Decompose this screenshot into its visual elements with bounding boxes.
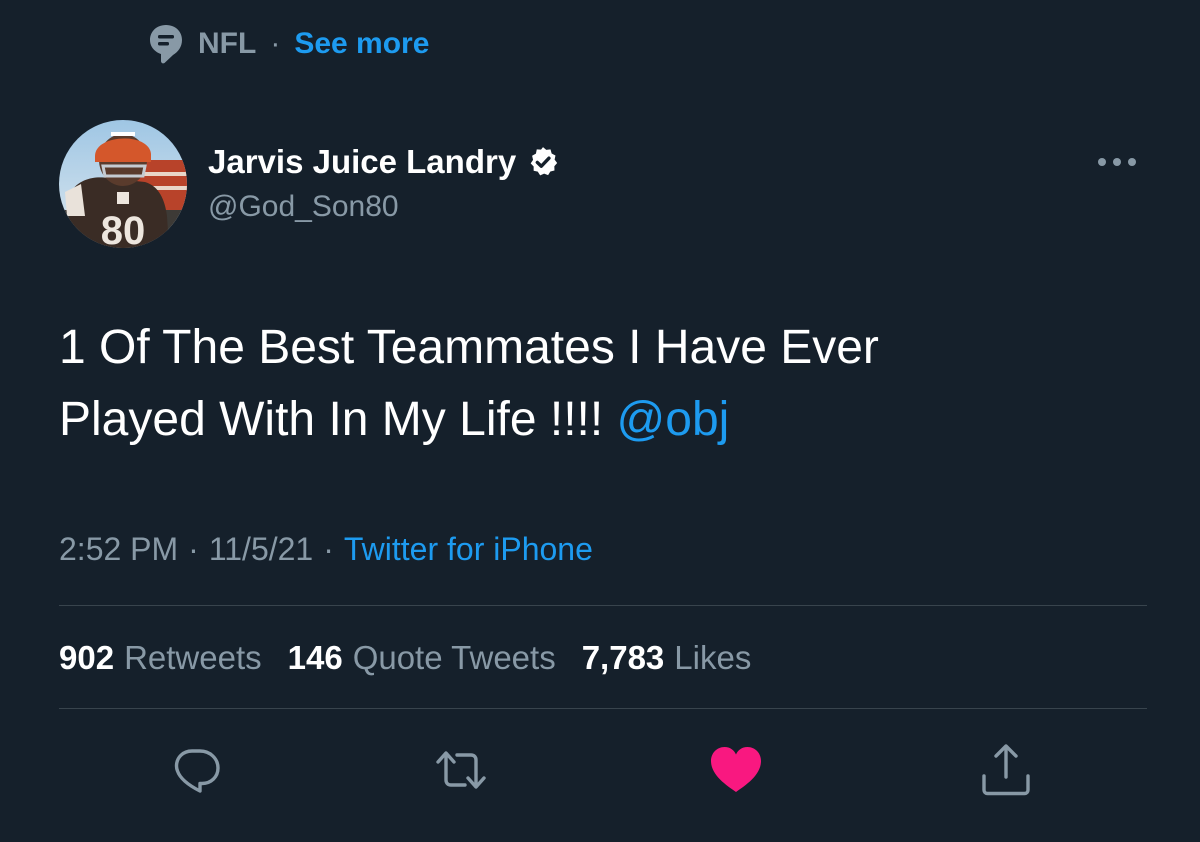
- likes-count: 7,783: [581, 639, 665, 676]
- topic-name[interactable]: NFL: [198, 22, 256, 66]
- tweet-text-line-2: Played With In My Life !!!! @obj: [59, 384, 1139, 456]
- retweets-stat[interactable]: 902 Retweets: [59, 634, 262, 682]
- share-icon: [982, 744, 1030, 796]
- tweet-time[interactable]: 2:52 PM: [59, 526, 178, 572]
- mention-link[interactable]: @obj: [617, 393, 730, 446]
- retweet-icon: [436, 751, 486, 789]
- retweet-button[interactable]: [433, 742, 489, 798]
- like-button[interactable]: [708, 742, 764, 798]
- quote-tweets-label: Quote Tweets: [352, 639, 556, 676]
- author-block: Jarvis Juice Landry @God_Son80: [208, 140, 560, 228]
- reply-button[interactable]: [168, 742, 224, 798]
- quote-tweets-stat[interactable]: 146 Quote Tweets: [288, 634, 556, 682]
- topic-row: NFL · See more: [148, 22, 429, 66]
- verified-badge-icon: [526, 145, 560, 179]
- name-row: Jarvis Juice Landry: [208, 140, 560, 184]
- likes-label: Likes: [674, 639, 752, 676]
- topic-separator: ·: [270, 27, 281, 60]
- tweet-meta: 2:52 PM · 11/5/21 · Twitter for iPhone: [59, 526, 593, 572]
- divider: [59, 605, 1147, 606]
- avatar[interactable]: 80: [59, 120, 187, 248]
- divider: [59, 708, 1147, 709]
- more-options-icon[interactable]: [1098, 148, 1142, 176]
- share-button[interactable]: [978, 742, 1034, 798]
- avatar-jersey-number: 80: [101, 209, 146, 248]
- engagement-stats: 902 Retweets 146 Quote Tweets 7,783 Like…: [59, 634, 751, 682]
- reply-icon: [174, 749, 220, 793]
- heart-icon: [711, 747, 761, 792]
- meta-separator: ·: [323, 531, 334, 567]
- retweets-label: Retweets: [124, 639, 262, 676]
- topic-icon: [148, 22, 184, 66]
- tweet-text: 1 Of The Best Teammates I Have Ever Play…: [59, 312, 1139, 456]
- user-handle[interactable]: @God_Son80: [208, 186, 560, 228]
- meta-separator: ·: [188, 531, 199, 567]
- display-name[interactable]: Jarvis Juice Landry: [208, 140, 516, 184]
- tweet-source-link[interactable]: Twitter for iPhone: [344, 526, 593, 572]
- tweet-date[interactable]: 11/5/21: [209, 526, 313, 572]
- tweet-text-line-2-content: Played With In My Life !!!!: [59, 393, 617, 446]
- tweet-text-line-1: 1 Of The Best Teammates I Have Ever: [59, 321, 879, 374]
- more-dot: [1098, 158, 1106, 166]
- retweets-count: 902: [59, 639, 115, 676]
- quote-tweets-count: 146: [287, 639, 343, 676]
- more-dot: [1113, 158, 1121, 166]
- likes-stat[interactable]: 7,783 Likes: [582, 634, 752, 682]
- see-more-link[interactable]: See more: [294, 22, 429, 66]
- more-dot: [1128, 158, 1136, 166]
- tweet-detail: NFL · See more 80 Jarvis Juice Landry @G…: [0, 0, 1200, 842]
